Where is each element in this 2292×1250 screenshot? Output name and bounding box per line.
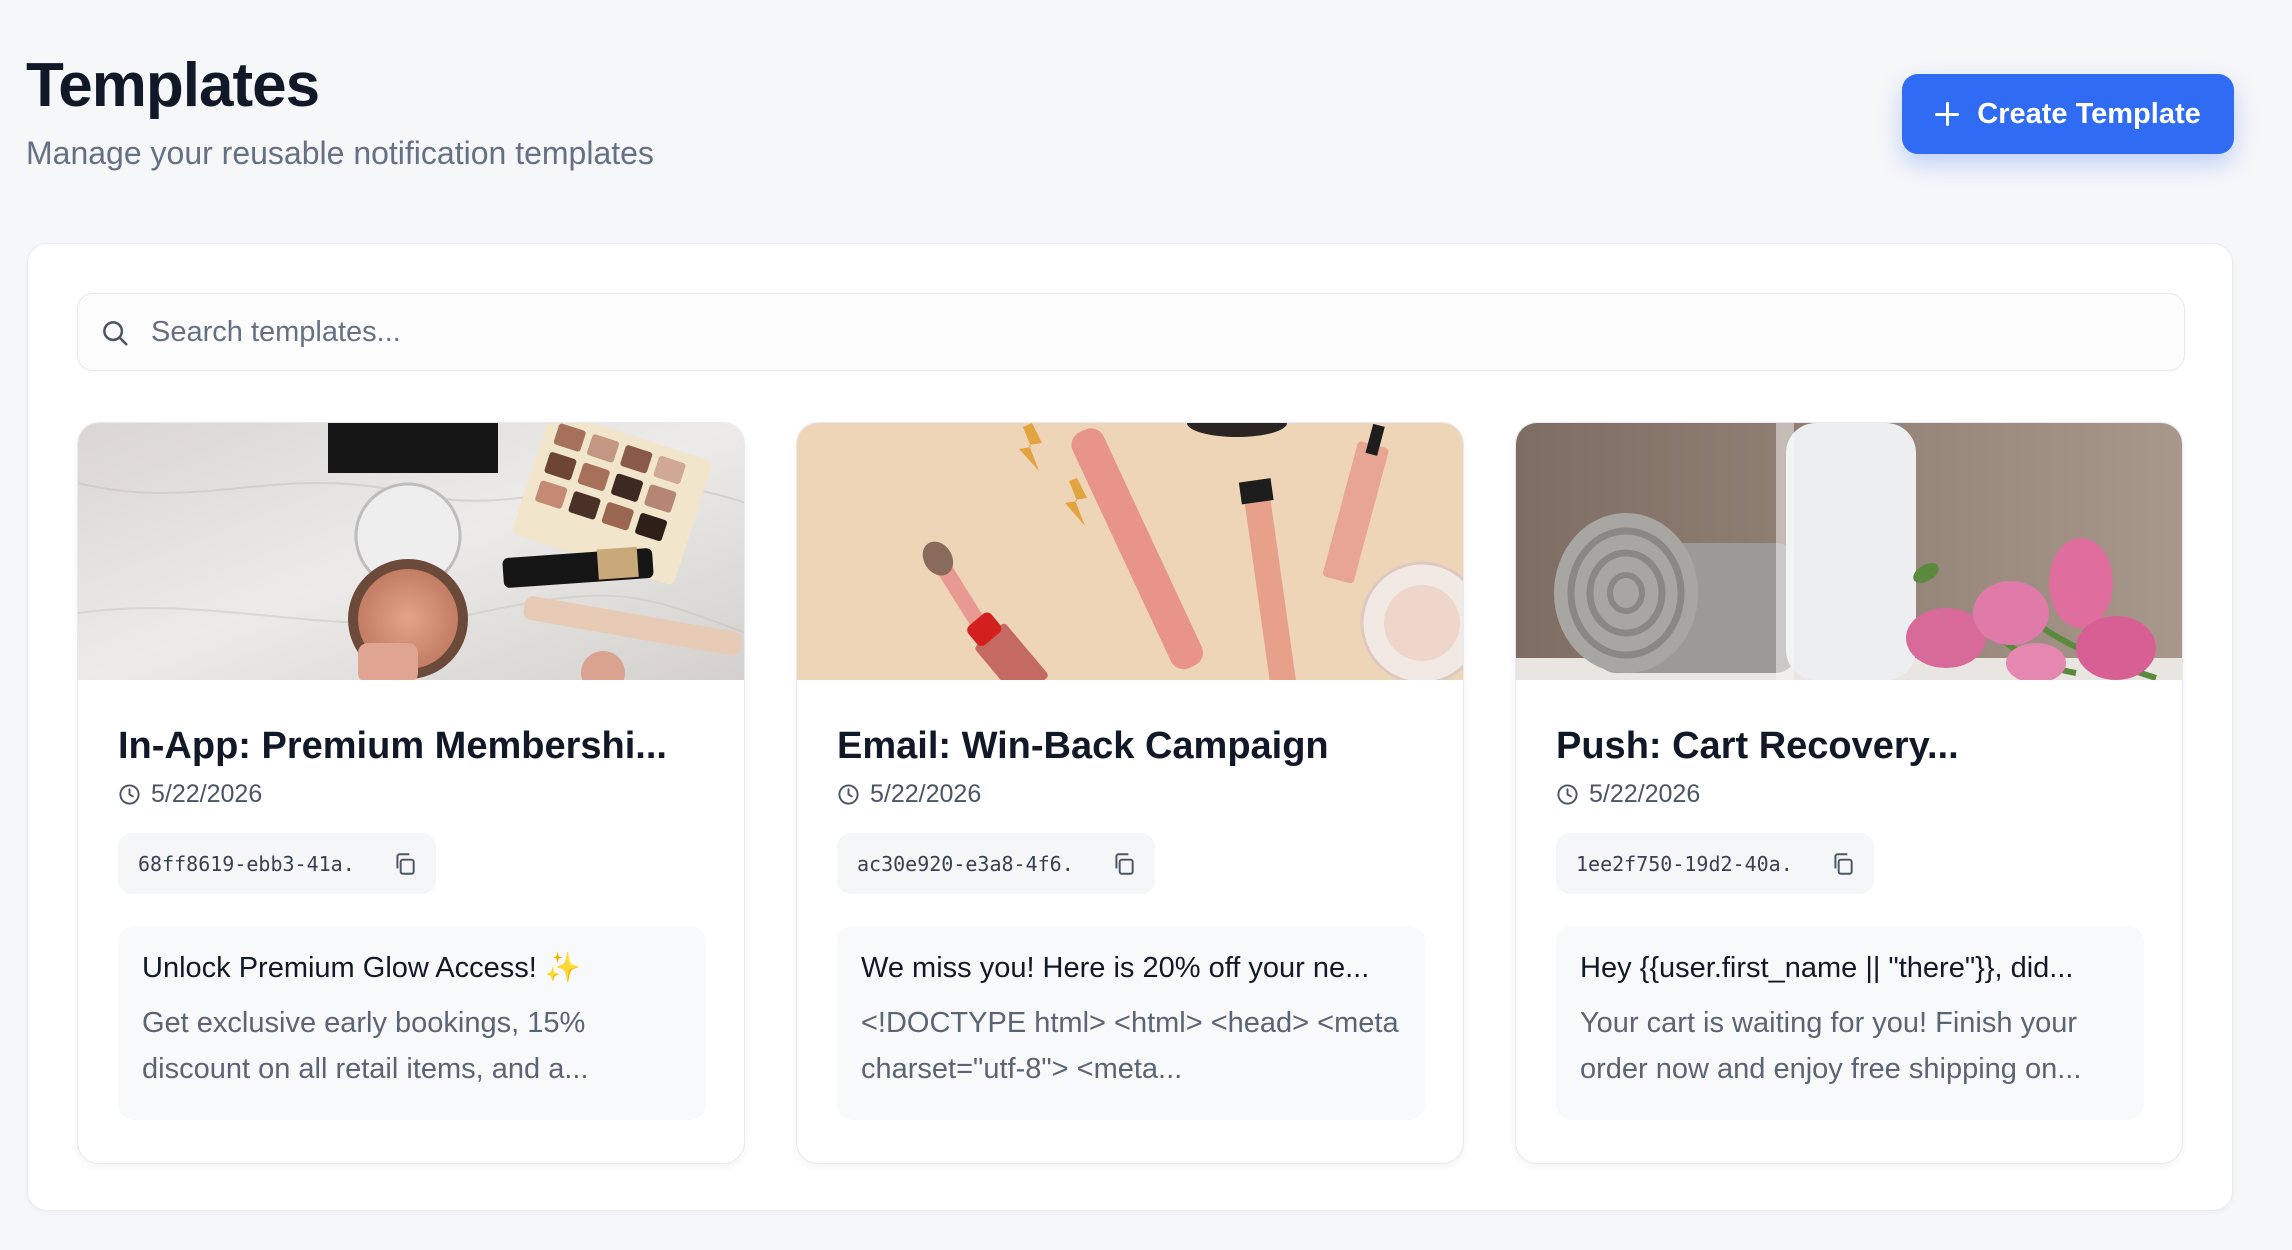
- clock-icon: [119, 784, 140, 805]
- copy-icon[interactable]: [1111, 851, 1137, 877]
- page-title: Templates: [26, 51, 320, 120]
- search-bar: [77, 293, 2185, 371]
- preview-body: Your cart is waiting for you! Finish you…: [1580, 1007, 2082, 1085]
- template-date-text: 5/22/2026: [870, 780, 982, 808]
- template-date: 5/22/2026: [1556, 780, 1700, 809]
- template-id-chip: 1ee2f750-19d2-40a...: [1556, 833, 1874, 894]
- template-id-chip: ac30e920-e3a8-4f6...: [837, 833, 1155, 894]
- template-preview: Unlock Premium Glow Access! ✨ Get exclus…: [118, 926, 706, 1120]
- template-thumbnail: [797, 423, 1463, 680]
- template-card[interactable]: Email: Win-Back Campaign 5/22/2026 ac30e…: [796, 422, 1464, 1164]
- templates-page: Templates Manage your reusable notificat…: [0, 0, 2292, 1250]
- template-id: ac30e920-e3a8-4f6...: [857, 851, 1077, 876]
- preview-title: Hey {{user.first_name || "there"}}, did.…: [1580, 952, 2074, 984]
- clock-icon: [1557, 784, 1578, 805]
- plus-icon: [1935, 102, 1960, 126]
- templates-panel: In-App: Premium Membershi... 5/22/2026 6…: [27, 243, 2233, 1211]
- template-id: 1ee2f750-19d2-40a...: [1576, 851, 1796, 876]
- create-template-label: Create Template: [1977, 97, 2201, 130]
- clock-icon: [838, 784, 859, 805]
- template-date-text: 5/22/2026: [151, 780, 263, 808]
- preview-title: Unlock Premium Glow Access! ✨: [142, 952, 581, 984]
- copy-icon[interactable]: [1830, 851, 1856, 877]
- template-title: Push: Cart Recovery...: [1556, 725, 1959, 767]
- template-date-text: 5/22/2026: [1589, 780, 1701, 808]
- preview-title: We miss you! Here is 20% off your ne...: [861, 952, 1370, 984]
- template-card[interactable]: Push: Cart Recovery... 5/22/2026 1ee2f75…: [1515, 422, 2183, 1164]
- template-id: 68ff8619-ebb3-41a...: [138, 851, 358, 876]
- template-card[interactable]: In-App: Premium Membershi... 5/22/2026 6…: [77, 422, 745, 1164]
- copy-icon[interactable]: [392, 851, 418, 877]
- search-input[interactable]: [151, 294, 2141, 370]
- template-date: 5/22/2026: [837, 780, 981, 809]
- template-thumbnail: [78, 423, 744, 680]
- create-template-button[interactable]: Create Template: [1902, 74, 2234, 154]
- search-icon: [103, 321, 128, 346]
- template-title: In-App: Premium Membershi...: [118, 725, 667, 767]
- preview-body: Get exclusive early bookings, 15% discou…: [142, 1007, 589, 1085]
- preview-body: <!DOCTYPE html> <html> <head> <meta char…: [861, 1007, 1399, 1085]
- template-title: Email: Win-Back Campaign: [837, 725, 1329, 767]
- template-thumbnail: [1516, 423, 2182, 680]
- template-id-chip: 68ff8619-ebb3-41a...: [118, 833, 436, 894]
- page-subtitle: Manage your reusable notification templa…: [26, 135, 654, 171]
- template-preview: Hey {{user.first_name || "there"}}, did.…: [1556, 926, 2144, 1120]
- template-preview: We miss you! Here is 20% off your ne... …: [837, 926, 1425, 1120]
- template-date: 5/22/2026: [118, 780, 262, 809]
